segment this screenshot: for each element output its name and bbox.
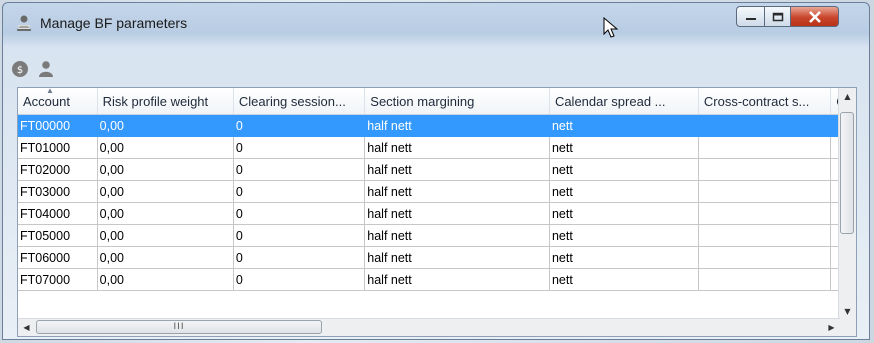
maximize-icon — [772, 12, 783, 21]
cell-account[interactable]: FT06000 — [18, 246, 98, 269]
scroll-right-icon[interactable]: ▶ — [823, 319, 840, 336]
table-row[interactable]: FT01000 0,00 0 half nett nett — [18, 136, 856, 159]
cell-section-margining[interactable]: half nett — [364, 158, 550, 181]
cell-clearing-session[interactable]: 0 — [233, 202, 366, 225]
cell-account[interactable]: FT05000 — [18, 224, 98, 247]
minimize-button[interactable] — [736, 6, 764, 27]
cell-calendar-spread[interactable]: nett — [549, 158, 699, 181]
horizontal-scrollbar[interactable]: ◀ III ▶ — [18, 318, 840, 336]
parameters-table: ▲ Account Risk profile weight Clearing se… — [18, 88, 856, 291]
close-button[interactable] — [791, 6, 839, 27]
cell-section-margining[interactable]: half nett — [364, 246, 550, 269]
cell-calendar-spread[interactable]: nett — [549, 202, 699, 225]
cell-clearing-session[interactable]: 0 — [233, 114, 366, 137]
cell-section-margining[interactable]: half nett — [364, 202, 550, 225]
cell-section-margining[interactable]: half nett — [364, 180, 550, 203]
cell-cross-contract[interactable] — [698, 202, 832, 225]
cell-clearing-session[interactable]: 0 — [233, 180, 366, 203]
cell-account[interactable]: FT07000 — [18, 268, 98, 291]
table-row[interactable]: FT07000 0,00 0 half nett nett — [18, 268, 856, 291]
toolbar: $ — [9, 56, 61, 82]
cell-risk-profile-weight[interactable]: 0,00 — [97, 224, 234, 247]
cell-risk-profile-weight[interactable]: 0,00 — [97, 268, 234, 291]
cell-section-margining[interactable]: half nett — [364, 268, 550, 291]
cell-clearing-session[interactable]: 0 — [233, 136, 366, 159]
manage-bf-parameters-window: Manage BF parameters $ ▲ Account Risk pr… — [2, 2, 870, 340]
cell-cross-contract[interactable] — [698, 268, 832, 291]
svg-text:$: $ — [17, 65, 23, 76]
table-row[interactable]: FT00000 0,00 0 half nett nett — [18, 114, 856, 137]
cell-section-margining[interactable]: half nett — [364, 114, 550, 137]
table-row[interactable]: FT04000 0,00 0 half nett nett — [18, 202, 856, 225]
cell-cross-contract[interactable] — [698, 136, 832, 159]
cell-account[interactable]: FT04000 — [18, 202, 98, 225]
cell-section-margining[interactable]: half nett — [364, 136, 550, 159]
cell-cross-contract[interactable] — [698, 246, 832, 269]
cell-cross-contract[interactable] — [698, 114, 832, 137]
parameters-grid: ▲ Account Risk profile weight Clearing se… — [17, 87, 857, 337]
minimize-icon — [745, 17, 756, 20]
cell-clearing-session[interactable]: 0 — [233, 158, 366, 181]
cell-calendar-spread[interactable]: nett — [549, 180, 699, 203]
vertical-scrollbar[interactable]: ▲ ▼ — [838, 88, 856, 320]
mouse-pointer-icon — [603, 17, 619, 38]
header-row: ▲ Account Risk profile weight Clearing se… — [18, 88, 856, 115]
cell-risk-profile-weight[interactable]: 0,00 — [97, 246, 234, 269]
cell-calendar-spread[interactable]: nett — [549, 246, 699, 269]
cell-account[interactable]: FT03000 — [18, 180, 98, 203]
cell-clearing-session[interactable]: 0 — [233, 246, 366, 269]
calculate-icon: $ — [12, 61, 28, 77]
cell-risk-profile-weight[interactable]: 0,00 — [97, 114, 234, 137]
close-icon — [808, 10, 821, 23]
vertical-scroll-thumb[interactable] — [840, 112, 854, 234]
app-user-icon — [17, 15, 31, 31]
user-button[interactable] — [35, 58, 57, 80]
column-header-risk-profile-weight[interactable]: Risk profile weight — [97, 88, 234, 115]
column-header-clearing-session[interactable]: Clearing session... — [233, 88, 366, 115]
cell-risk-profile-weight[interactable]: 0,00 — [97, 158, 234, 181]
table-row[interactable]: FT03000 0,00 0 half nett nett — [18, 180, 856, 203]
title-bar[interactable]: Manage BF parameters — [3, 3, 869, 43]
scroll-up-icon[interactable]: ▲ — [839, 88, 856, 105]
cell-calendar-spread[interactable]: nett — [549, 114, 699, 137]
cell-cross-contract[interactable] — [698, 180, 832, 203]
cell-risk-profile-weight[interactable]: 0,00 — [97, 136, 234, 159]
column-header-account[interactable]: ▲ Account — [18, 88, 98, 115]
window-controls — [736, 6, 839, 28]
cell-clearing-session[interactable]: 0 — [233, 224, 366, 247]
user-icon — [39, 61, 53, 77]
calculate-button[interactable]: $ — [9, 58, 31, 80]
cell-cross-contract[interactable] — [698, 224, 832, 247]
cell-cross-contract[interactable] — [698, 158, 832, 181]
table-row[interactable]: FT02000 0,00 0 half nett nett — [18, 158, 856, 181]
cell-calendar-spread[interactable]: nett — [549, 136, 699, 159]
cell-account[interactable]: FT01000 — [18, 136, 98, 159]
scrollbar-corner — [839, 319, 856, 336]
cell-account[interactable]: FT02000 — [18, 158, 98, 181]
cell-clearing-session[interactable]: 0 — [233, 268, 366, 291]
horizontal-scroll-thumb[interactable]: III — [36, 320, 322, 334]
sort-ascending-icon: ▲ — [46, 88, 54, 95]
cell-risk-profile-weight[interactable]: 0,00 — [97, 180, 234, 203]
scroll-left-icon[interactable]: ◀ — [18, 319, 35, 336]
column-header-section-margining[interactable]: Section margining — [364, 88, 550, 115]
cell-calendar-spread[interactable]: nett — [549, 268, 699, 291]
maximize-button[interactable] — [764, 6, 791, 27]
column-header-cross-contract[interactable]: Cross-contract s... — [698, 88, 832, 115]
window-title: Manage BF parameters — [40, 15, 188, 31]
cell-section-margining[interactable]: half nett — [364, 224, 550, 247]
cell-account[interactable]: FT00000 — [18, 114, 98, 137]
cell-risk-profile-weight[interactable]: 0,00 — [97, 202, 234, 225]
cell-calendar-spread[interactable]: nett — [549, 224, 699, 247]
scroll-down-icon[interactable]: ▼ — [839, 303, 856, 320]
column-header-calendar-spread[interactable]: Calendar spread ... — [549, 88, 699, 115]
table-row[interactable]: FT05000 0,00 0 half nett nett — [18, 224, 856, 247]
table-row[interactable]: FT06000 0,00 0 half nett nett — [18, 246, 856, 269]
